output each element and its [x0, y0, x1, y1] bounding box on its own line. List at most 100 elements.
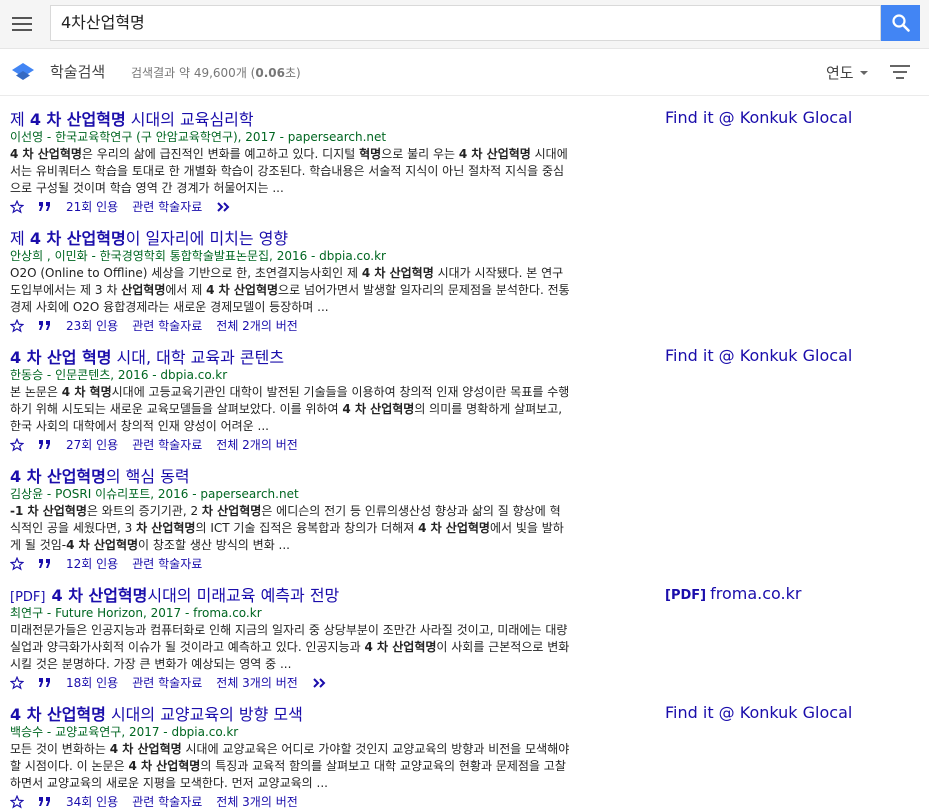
cited-by-link[interactable]: 23회 인용	[66, 317, 118, 334]
result-stats: 검색결과 약 49,600개 (0.06초)	[131, 66, 301, 80]
cite-quote-icon[interactable]	[38, 439, 52, 451]
star-icon[interactable]	[10, 556, 24, 571]
search-result: 4 차 산업혁명 시대의 교양교육의 방향 모색 백승수 - 교양교육연구, 20…	[10, 693, 925, 811]
result-actions: 34회 인용 관련 학술자료 전체 3개의 버전	[10, 793, 312, 809]
snippet-text: 4 차 산업혁명	[361, 266, 434, 280]
scholar-header: 학술검색 검색결과 약 49,600개 (0.06초) 연도	[0, 49, 929, 96]
snippet-text: 본 논문은	[10, 385, 62, 399]
library-link[interactable]: Find it @ Konkuk Glocal	[665, 346, 852, 365]
title-text: 제	[10, 229, 30, 248]
search-button[interactable]	[881, 5, 920, 41]
title-text: 시대의 교육심리학	[125, 110, 254, 129]
search-icon	[892, 14, 910, 32]
library-link[interactable]: Find it @ Konkuk Glocal	[665, 703, 852, 722]
result-snippet: O2O (Online to Offline) 세상을 기반으로 한, 초연결지…	[10, 265, 570, 316]
star-icon[interactable]	[10, 794, 24, 809]
library-link-text: froma.co.kr	[710, 584, 802, 603]
cite-quote-icon[interactable]	[38, 558, 52, 570]
more-chevron-icon[interactable]	[312, 677, 328, 689]
filter-icon[interactable]	[890, 64, 910, 80]
snippet-text: 4 차 산업혁명	[418, 521, 490, 535]
result-snippet: 미래전문가들은 인공지능과 컴퓨터화로 인해 지금의 일자리 중 상당부분이 조…	[10, 622, 570, 673]
star-icon[interactable]	[10, 318, 24, 333]
cite-quote-icon[interactable]	[38, 796, 52, 808]
title-text: 시대의 미래교육 예측과 전망	[147, 586, 340, 605]
search-input[interactable]: 4차산업혁명	[50, 5, 881, 41]
result-meta: 최연구 - Future Horizon, 2017 - froma.co.kr	[10, 606, 262, 620]
result-snippet: 본 논문은 4 차 혁명시대에 고등교육기관인 대학이 발전된 기술들을 이용하…	[10, 384, 570, 435]
library-link-text: Find it @ Konkuk Glocal	[665, 108, 853, 127]
result-meta: 이선영 - 한국교육학연구 (구 안암교육학연구), 2017 - papers…	[10, 130, 387, 144]
result-title-link[interactable]: [PDF] 4 차 산업혁명시대의 미래교육 예측과 전망	[10, 582, 339, 606]
year-filter-dropdown[interactable]: 연도	[826, 62, 868, 83]
library-link[interactable]: Find it @ Konkuk Glocal	[665, 108, 852, 127]
snippet-text: 혁명	[359, 147, 382, 161]
all-versions-link[interactable]: 전체 2개의 버전	[216, 317, 298, 334]
snippet-text: -1 차 산업혁명	[10, 504, 87, 518]
star-icon[interactable]	[10, 675, 24, 690]
related-articles-link[interactable]: 관련 학술자료	[132, 436, 202, 453]
title-text: 4 차 산업혁명	[29, 110, 126, 129]
cited-by-link[interactable]: 34회 인용	[66, 793, 118, 810]
related-articles-link[interactable]: 관련 학술자료	[132, 674, 202, 691]
snippet-text: 은 와트의 증기기관, 2	[86, 504, 202, 518]
title-text: 4 차 산업혁명	[10, 467, 106, 486]
all-versions-link[interactable]: 전체 2개의 버전	[216, 436, 298, 453]
snippet-text: 모든 것이 변화하는	[10, 742, 110, 756]
result-title-link[interactable]: 4 차 산업 혁명 시대, 대학 교육과 콘텐츠	[10, 344, 284, 368]
related-articles-link[interactable]: 관련 학술자료	[132, 198, 202, 215]
result-title-link[interactable]: 제 4 차 산업혁명 시대의 교육심리학	[10, 106, 254, 130]
related-articles-link[interactable]: 관련 학술자료	[132, 317, 202, 334]
snippet-text: 으로 불리 우는	[381, 147, 459, 161]
related-articles-link[interactable]: 관련 학술자료	[132, 555, 202, 572]
menu-icon[interactable]	[11, 13, 33, 35]
snippet-text: 4 차 산업혁명	[342, 402, 415, 416]
result-title-link[interactable]: 4 차 산업혁명의 핵심 동력	[10, 463, 190, 487]
snippet-text: 산업혁명	[121, 283, 166, 297]
all-versions-link[interactable]: 전체 3개의 버전	[216, 793, 298, 810]
library-link-text: Find it @ Konkuk Glocal	[665, 346, 853, 365]
cited-by-link[interactable]: 12회 인용	[66, 555, 118, 572]
snippet-text: 이 창조할 생산 방식의 변화 ...	[138, 538, 290, 552]
cited-by-link[interactable]: 21회 인용	[66, 198, 118, 215]
snippet-text: 은 우리의 삶에 급진적인 변화를 예고하고 있다. 디지털	[81, 147, 360, 161]
related-articles-link[interactable]: 관련 학술자료	[132, 793, 202, 810]
title-text: 4 차 산업혁명	[10, 705, 106, 724]
result-actions: 12회 인용 관련 학술자료	[10, 555, 216, 571]
snippet-text: 4 차 산업혁명	[206, 283, 279, 297]
title-text: 시대, 대학 교육과 콘텐츠	[111, 348, 285, 367]
year-filter-label: 연도	[826, 64, 854, 82]
all-versions-link[interactable]: 전체 3개의 버전	[216, 674, 298, 691]
cited-by-link[interactable]: 18회 인용	[66, 674, 118, 691]
title-text: 4 차 산업혁명	[29, 229, 126, 248]
more-chevron-icon[interactable]	[216, 201, 232, 213]
result-actions: 21회 인용 관련 학술자료	[10, 198, 246, 214]
snippet-text: 4 차 산업혁명	[364, 640, 437, 654]
search-result: 제 4 차 산업혁명이 일자리에 미치는 영향 안상희 , 이민화 - 한국경영학…	[10, 217, 925, 335]
search-result: 제 4 차 산업혁명 시대의 교육심리학 이선영 - 한국교육학연구 (구 안암교…	[10, 98, 925, 216]
scholar-label[interactable]: 학술검색	[50, 61, 105, 82]
snippet-text: 차 산업혁명	[201, 504, 262, 518]
snippet-text: 의 ICT 기술 집적은 융복합과 창의가 더해져	[195, 521, 419, 535]
pdf-tag: [PDF]	[10, 590, 46, 605]
result-snippet: 모든 것이 변화하는 4 차 산업혁명 시대에 교양교육은 어디로 가야할 것인…	[10, 741, 570, 792]
snippet-text: 4 차 혁명	[61, 385, 112, 399]
result-title-link[interactable]: 제 4 차 산업혁명이 일자리에 미치는 영향	[10, 225, 288, 249]
cited-by-link[interactable]: 27회 인용	[66, 436, 118, 453]
star-icon[interactable]	[10, 199, 24, 214]
top-search-bar: 4차산업혁명	[0, 0, 929, 49]
cite-quote-icon[interactable]	[38, 320, 52, 332]
result-actions: 27회 인용 관련 학술자료 전체 2개의 버전	[10, 436, 312, 452]
result-meta: 김상윤 - POSRI 이슈리포트, 2016 - papersearch.ne…	[10, 487, 299, 501]
result-title-link[interactable]: 4 차 산업혁명 시대의 교양교육의 방향 모색	[10, 701, 303, 725]
cite-quote-icon[interactable]	[38, 201, 52, 213]
title-text: 의 핵심 동력	[105, 467, 190, 486]
star-icon[interactable]	[10, 437, 24, 452]
library-link-text: Find it @ Konkuk Glocal	[665, 703, 853, 722]
scholar-logo-icon	[12, 63, 34, 80]
result-meta: 백승수 - 교양교육연구, 2017 - dbpia.co.kr	[10, 725, 239, 739]
snippet-text: 4 차 산업혁명	[109, 742, 182, 756]
library-link[interactable]: [PDF] froma.co.kr	[665, 584, 801, 603]
result-snippet: 4 차 산업혁명은 우리의 삶에 급진적인 변화를 예고하고 있다. 디지털 혁…	[10, 146, 570, 197]
cite-quote-icon[interactable]	[38, 677, 52, 689]
